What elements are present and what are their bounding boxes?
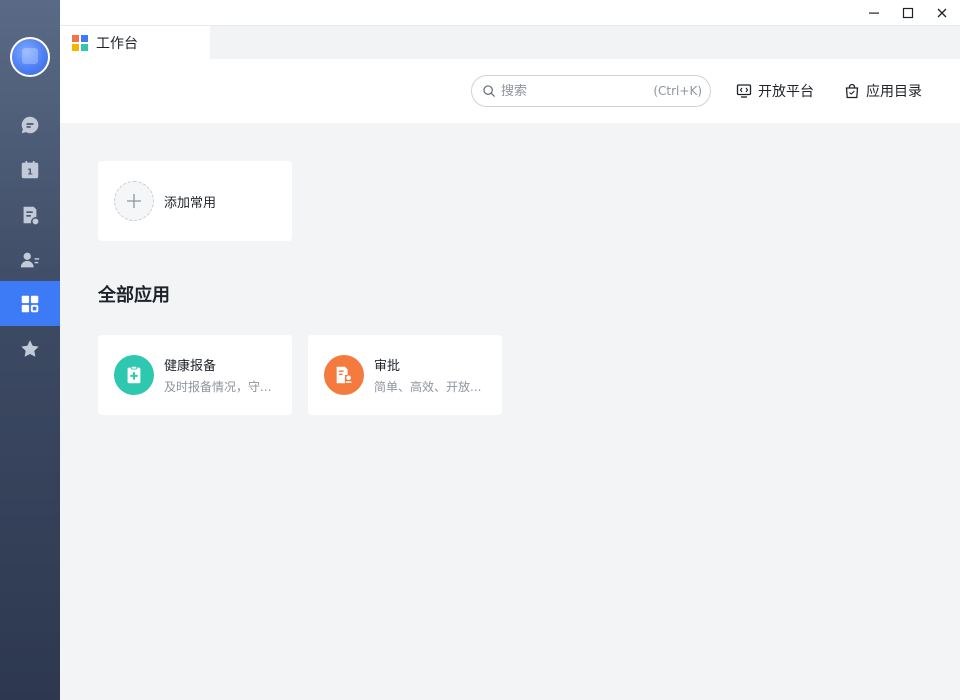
search-input[interactable] bbox=[501, 83, 654, 99]
app-icon-bg bbox=[324, 355, 364, 395]
approval-icon bbox=[336, 366, 353, 384]
close-button[interactable] bbox=[932, 3, 952, 23]
workbench-main: 添加常用 全部应用 健康报备 及时报备情况，守... 审批 简单、高效、开放..… bbox=[60, 123, 960, 700]
app-directory-button[interactable]: 应用目录 bbox=[844, 79, 922, 103]
header: (Ctrl+K) 开放平台 应用目录 bbox=[60, 59, 960, 123]
sidebar-item-messages[interactable] bbox=[0, 102, 60, 147]
add-common-label: 添加常用 bbox=[164, 195, 217, 211]
workbench-logo-icon bbox=[72, 34, 88, 51]
app-info: 审批 简单、高效、开放... bbox=[374, 355, 492, 395]
calendar-icon: 1 bbox=[21, 160, 39, 178]
workbench-icon bbox=[21, 295, 39, 312]
app-directory-label: 应用目录 bbox=[866, 84, 922, 100]
star-icon bbox=[21, 339, 39, 357]
app-description: 简单、高效、开放... bbox=[374, 380, 482, 394]
chat-icon bbox=[21, 116, 39, 133]
contacts-icon bbox=[20, 252, 40, 267]
open-platform-icon bbox=[736, 84, 752, 98]
close-icon bbox=[937, 8, 947, 18]
app-info: 健康报备 及时报备情况，守... bbox=[164, 355, 282, 395]
app-card-approval[interactable]: 审批 简单、高效、开放... bbox=[308, 335, 502, 415]
search-box[interactable]: (Ctrl+K) bbox=[471, 75, 711, 107]
minimize-icon bbox=[869, 12, 879, 14]
sidebar-item-calendar[interactable]: 1 bbox=[0, 147, 60, 192]
search-shortcut-hint: (Ctrl+K) bbox=[653, 84, 702, 98]
app-description: 及时报备情况，守... bbox=[164, 380, 272, 394]
title-bar bbox=[60, 0, 960, 26]
open-platform-button[interactable]: 开放平台 bbox=[736, 79, 814, 103]
plus-icon bbox=[127, 194, 141, 208]
sidebar-item-favorites[interactable] bbox=[0, 326, 60, 371]
shopping-bag-icon bbox=[845, 83, 859, 99]
user-avatar[interactable] bbox=[10, 37, 50, 77]
tab-strip: 工作台 bbox=[60, 26, 960, 59]
minimize-button[interactable] bbox=[864, 3, 884, 23]
search-icon bbox=[483, 85, 495, 97]
add-circle bbox=[114, 181, 154, 221]
add-common-card[interactable]: 添加常用 bbox=[98, 161, 292, 241]
tab-label: 工作台 bbox=[96, 35, 138, 52]
app-card-health-report[interactable]: 健康报备 及时报备情况，守... bbox=[98, 335, 292, 415]
sidebar-item-contacts[interactable] bbox=[0, 237, 60, 282]
maximize-button[interactable] bbox=[898, 3, 918, 23]
open-platform-label: 开放平台 bbox=[758, 84, 814, 100]
app-icon-bg bbox=[114, 355, 154, 395]
section-title: 全部应用 bbox=[98, 285, 170, 306]
health-report-icon bbox=[127, 365, 141, 384]
tab-workbench[interactable]: 工作台 bbox=[60, 26, 210, 59]
app-name: 健康报备 bbox=[164, 359, 217, 374]
calendar-badge: 1 bbox=[27, 166, 33, 176]
sidebar-item-workbench[interactable] bbox=[0, 281, 60, 326]
docs-icon bbox=[23, 206, 39, 224]
sidebar: 1 bbox=[0, 0, 60, 700]
app-name: 审批 bbox=[374, 359, 401, 374]
sidebar-item-docs[interactable] bbox=[0, 192, 60, 237]
maximize-icon bbox=[902, 7, 914, 19]
